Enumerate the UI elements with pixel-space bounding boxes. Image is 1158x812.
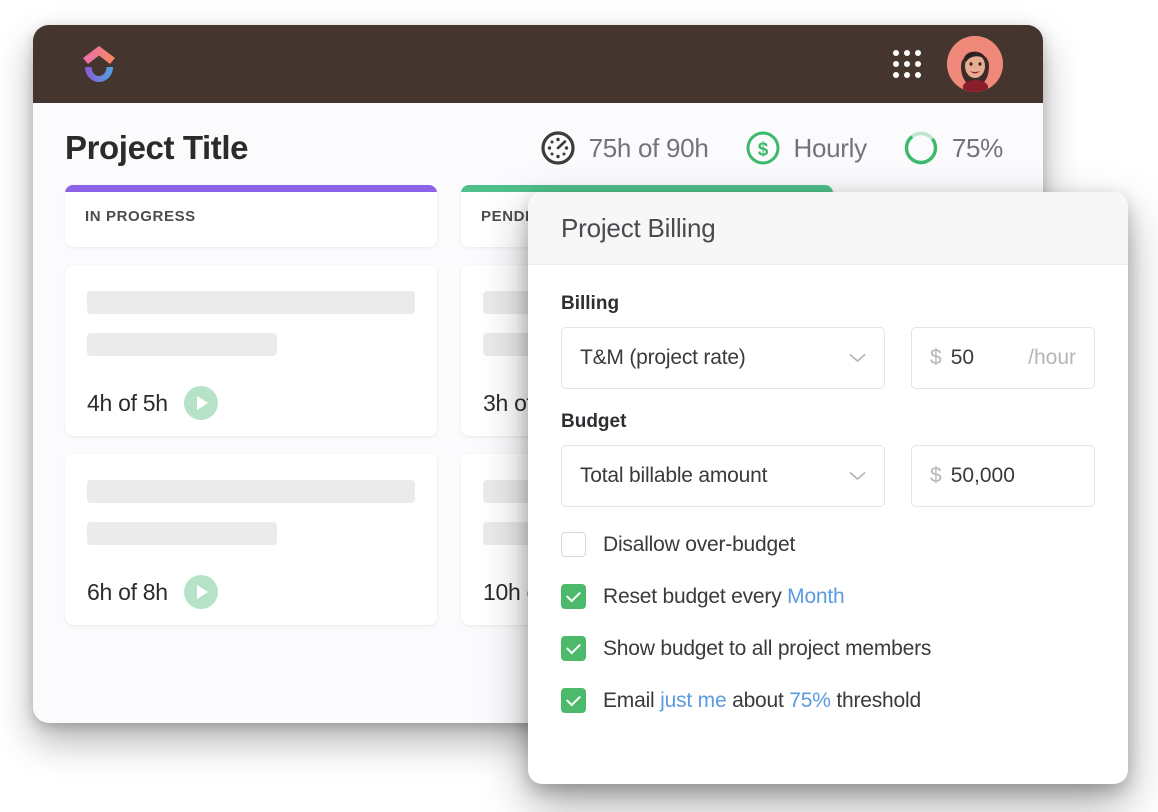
task-title-placeholder: [87, 291, 415, 314]
budget-type-value: Total billable amount: [580, 464, 768, 487]
column-header-in-progress[interactable]: IN PROGRESS: [65, 185, 437, 247]
option-show-budget-members[interactable]: Show budget to all project members: [561, 636, 1095, 661]
top-navigation-bar: [33, 25, 1043, 103]
time-tracked-icon: [541, 131, 575, 165]
apps-grid-icon[interactable]: [893, 50, 921, 78]
currency-symbol: $: [930, 464, 942, 487]
inline-link[interactable]: Month: [787, 585, 845, 608]
play-icon[interactable]: [183, 575, 218, 609]
task-subtitle-placeholder: [87, 333, 278, 356]
billing-type-value: T&M (project rate): [580, 346, 746, 369]
budget-type-select[interactable]: Total billable amount: [561, 445, 885, 507]
checkbox[interactable]: [561, 584, 586, 609]
budget-amount-value: 50,000: [950, 464, 1015, 487]
task-title-placeholder: [87, 480, 415, 503]
task-card-footer: 6h of 8h: [87, 575, 415, 609]
dollar-circle-icon: $: [746, 131, 780, 165]
project-stats: 75h of 90h $ Hourly 75%: [540, 130, 1003, 166]
task-card[interactable]: 4h of 5h: [65, 265, 437, 436]
currency-symbol: $: [930, 346, 942, 369]
inline-link[interactable]: just me: [660, 689, 726, 712]
hourly-rate-input[interactable]: $ 50 /hour: [911, 327, 1095, 389]
svg-text:$: $: [757, 140, 768, 161]
option-label: Reset budget every Month: [603, 584, 845, 608]
topbar-actions: [893, 36, 1003, 92]
hourly-rate-value: 50: [950, 346, 975, 369]
option-email-threshold[interactable]: Email just me about 75% threshold: [561, 688, 1095, 713]
task-hours: 6h of 8h: [87, 578, 168, 605]
project-header: Project Title 75h of 90h $ Hourly 75%: [33, 103, 1043, 185]
board-column-in-progress: IN PROGRESS 4h of 5h 6h of 8h: [65, 185, 437, 625]
billing-section: Billing T&M (project rate) $ 50 /hour: [561, 293, 1095, 389]
budget-fields: Total billable amount $ 50,000: [561, 445, 1095, 507]
budget-amount-input[interactable]: $ 50,000: [911, 445, 1095, 507]
stat-time-tracked[interactable]: 75h of 90h: [540, 130, 709, 166]
checkbox[interactable]: [561, 532, 586, 557]
billing-fields: T&M (project rate) $ 50 /hour: [561, 327, 1095, 389]
budget-label: Budget: [561, 411, 627, 432]
modal-title: Project Billing: [561, 212, 716, 243]
progress-ring-icon: [904, 131, 938, 165]
option-disallow-over-budget[interactable]: Disallow over-budget: [561, 532, 1095, 557]
option-label: Show budget to all project members: [603, 636, 932, 660]
task-card-footer: 4h of 5h: [87, 386, 415, 420]
chevron-down-icon: [849, 472, 866, 480]
stat-progress-label: 75%: [951, 132, 1003, 163]
chevron-down-icon: [849, 354, 866, 362]
inline-link[interactable]: 75%: [789, 689, 831, 712]
project-billing-modal: Project Billing Billing T&M (project rat…: [528, 192, 1128, 784]
checkbox[interactable]: [561, 688, 586, 713]
modal-body: Billing T&M (project rate) $ 50 /hour Bu…: [528, 265, 1128, 713]
stat-time-label: 75h of 90h: [588, 132, 709, 163]
stat-billing-type[interactable]: $ Hourly: [745, 130, 867, 166]
billing-type-select[interactable]: T&M (project rate): [561, 327, 885, 389]
option-reset-budget[interactable]: Reset budget every Month: [561, 584, 1095, 609]
user-avatar[interactable]: [947, 36, 1003, 92]
budget-options-list: Disallow over-budget Reset budget every …: [561, 532, 1095, 713]
option-label: Disallow over-budget: [603, 532, 796, 556]
stat-billing-label: Hourly: [793, 132, 868, 163]
task-hours: 4h of 5h: [87, 389, 168, 416]
task-card[interactable]: 6h of 8h: [65, 454, 437, 625]
budget-section: Budget Total billable amount $ 50,000: [561, 411, 1095, 507]
option-label: Email just me about 75% threshold: [603, 688, 921, 712]
play-icon[interactable]: [183, 386, 218, 420]
column-title: IN PROGRESS: [85, 207, 196, 225]
page-title: Project Title: [65, 129, 249, 166]
modal-header: Project Billing: [528, 192, 1128, 265]
checkbox[interactable]: [561, 636, 586, 661]
billing-label: Billing: [561, 293, 620, 314]
rate-unit-label: /hour: [1028, 346, 1076, 369]
task-subtitle-placeholder: [87, 522, 278, 545]
stat-progress[interactable]: 75%: [903, 130, 1003, 166]
clickup-logo-icon[interactable]: [79, 43, 119, 85]
